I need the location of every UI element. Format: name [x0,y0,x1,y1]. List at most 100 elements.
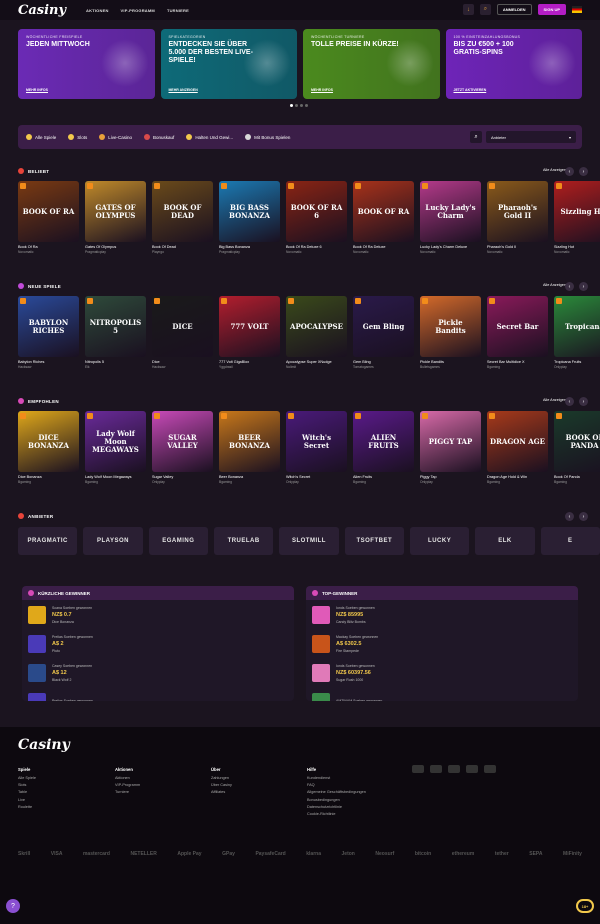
login-button[interactable]: ANMELDEN [496,4,532,15]
filter-item[interactable]: Mit Bonus Spielen [245,134,290,140]
logo[interactable]: Casiny [18,3,66,18]
provider-select[interactable]: Anbieter ▾ [486,131,576,143]
filter-item[interactable]: Halten Und Gewi... [186,134,233,140]
prev-arrow-icon[interactable]: ‹ [565,167,574,176]
prev-arrow-icon[interactable]: ‹ [565,397,574,406]
language-flag-icon[interactable] [572,6,582,13]
show-all-link[interactable]: Alle Anzeigen [543,168,566,172]
banner-link[interactable]: MEHR INFOS [26,88,48,92]
provider-logo[interactable]: TRUELAB [213,527,274,555]
game-thumbnail[interactable]: Lady Wolf Moon MEGAWAYS [85,411,146,472]
game-card[interactable]: Lucky Lady's Charm Lucky Lady's Charm Del… [420,181,481,254]
footer-link[interactable]: Zahlungen [211,776,232,780]
winner-row[interactable]: Ionds Soeben gewonnen NZ$ 85995 Candy Blit… [306,600,578,629]
footer-link[interactable]: FAQ [307,783,366,787]
promo-banner[interactable]: WÖCHENTLICHE FREISPIELE JEDEN MITTWOCH MEH… [18,29,155,99]
prev-arrow-icon[interactable]: ‹ [565,512,574,521]
game-thumbnail[interactable]: GATES OF OLYMPUS [85,181,146,242]
game-card[interactable]: DICE BONANZA Dice Bonanza Bgaming [18,411,79,484]
banner-link[interactable]: MEHR ANZEIGEN [169,88,198,92]
game-thumbnail[interactable]: DICE BONANZA [18,411,79,472]
game-thumbnail[interactable]: BOOK OF RA [353,181,414,242]
filter-item[interactable]: Alle Spiele [26,134,56,140]
footer-logo[interactable]: Casiny [18,737,70,753]
game-card[interactable]: Pickle Bandits Pickle Bandits Bulletsgames [420,296,481,369]
provider-logo[interactable]: PRAGMATIC [18,527,78,555]
game-card[interactable]: ALIEN FRUITS Alien Fruits Bgaming [353,411,414,484]
filter-item[interactable]: Slots [68,134,87,140]
game-thumbnail[interactable]: BOOK OF RA 6 [286,181,347,242]
carousel-dot[interactable] [295,104,298,107]
nav-item-vip[interactable]: VIP-PROGRAMM [121,8,155,13]
chat-icon[interactable]: ? [6,899,20,913]
footer-link[interactable]: Cookie-Richtlinie [307,812,366,816]
promo-banner[interactable]: 100 % EINSTEINZAHLUNGSBONUS BIS ZU €500 +… [445,29,582,99]
game-card[interactable]: Secret Bar Secret Bar Multidice X Bgaming [487,296,548,369]
game-thumbnail[interactable]: BEER BONANZA [219,411,280,472]
provider-logo[interactable]: TSOFTBET [344,527,404,555]
next-arrow-icon[interactable]: › [579,167,588,176]
game-thumbnail[interactable]: Tropicana [554,296,600,357]
game-thumbnail[interactable]: BOOK OF RA [18,181,79,242]
filter-search-icon[interactable]: ⌕ [470,131,482,143]
game-thumbnail[interactable]: 777 VOLT [219,296,280,357]
footer-link[interactable]: Aktionen [115,776,140,780]
game-card[interactable]: BOOK OF RA Book Of Ra Novomatic [18,181,79,254]
nav-item-turniere[interactable]: TURNIERE [167,8,189,13]
provider-logo[interactable]: PLAYSON [83,527,143,555]
signup-button[interactable]: SIGN UP [537,4,566,15]
show-all-link[interactable]: Alle Anzeigen [543,283,566,287]
game-thumbnail[interactable]: PIGGY TAP [420,411,481,472]
promo-banner[interactable]: SPIELKATEGORIEN ENTDECKEN SIE ÜBER 5.000 … [160,29,297,99]
game-thumbnail[interactable]: APOCALYPSE [286,296,347,357]
provider-logo[interactable]: EGAMING [148,527,208,555]
footer-link[interactable]: Slots [18,783,36,787]
winner-row[interactable]: Prelias Soeben gewonnen A$ 2 Pluto [22,629,294,658]
footer-link[interactable]: Datenschutzrichtlinie [307,805,366,809]
game-thumbnail[interactable]: NITROPOLIS 5 [85,296,146,357]
game-thumbnail[interactable]: Secret Bar [487,296,548,357]
game-card[interactable]: BEER BONANZA Beer Bonanza Bgaming [219,411,280,484]
next-arrow-icon[interactable]: › [579,282,588,291]
provider-logo[interactable]: LUCKY [409,527,470,555]
game-card[interactable]: 777 VOLT 777 Volt GigaBlox Yggdrasil [219,296,280,369]
provider-logo[interactable]: SLOTMILL [279,527,339,555]
search-icon[interactable]: ⌕ [479,4,491,15]
game-thumbnail[interactable]: SUGAR VALLEY [152,411,213,472]
prev-arrow-icon[interactable]: ‹ [565,282,574,291]
footer-link[interactable]: Roulette [18,805,36,809]
game-thumbnail[interactable]: BOOK OF DEAD [152,181,213,242]
footer-link[interactable]: Live [18,798,36,802]
game-card[interactable]: BOOK OF RA 6 Book Of Ra Deluxe 6 Novomatic [286,181,347,254]
footer-link[interactable]: Über Casiny [211,783,232,787]
game-card[interactable]: Tropicana Tropicana FruitsOnlyplay [554,296,600,369]
nav-item-aktionen[interactable]: AKTIONEN [86,8,109,13]
footer-link[interactable]: Affiliates [211,790,232,794]
carousel-dot[interactable] [305,104,308,107]
game-card[interactable]: BIG BASS BONANZA Big Bass Bonanza Pragmati… [219,181,280,254]
game-card[interactable]: BOOK OF DEAD Book Of Dead Playngo [152,181,213,254]
game-thumbnail[interactable]: Pickle Bandits [420,296,481,357]
filter-item[interactable]: Live-Casino [99,134,132,140]
game-thumbnail[interactable]: DRAGON AGE [487,411,548,472]
game-card[interactable]: GATES OF OLYMPUS Gates Of Olympus Pragmati… [85,181,146,254]
game-card[interactable]: NITROPOLIS 5 Nitropolis 5 Elk [85,296,146,369]
game-card[interactable]: Gem Bling Gem Bling Tomatogames [353,296,414,369]
game-thumbnail[interactable]: Lucky Lady's Charm [420,181,481,242]
footer-link[interactable]: Bonusbedingungen [307,798,366,802]
winner-row[interactable]: AMTINAM Soeben gewonnen [306,687,578,701]
game-card[interactable]: SUGAR VALLEY Sugar Valley Onlyplay [152,411,213,484]
promo-banner[interactable]: WÖCHENTLICHE TURNIERE TOLLE PREISE IN KÜR… [303,29,440,99]
winner-row[interactable]: Scana Soeben gewonnen NZ$ 0.7 Dice Bonanza [22,600,294,629]
footer-link[interactable]: Table [18,790,36,794]
game-card[interactable]: PIGGY TAP Piggy Tap Onlyplay [420,411,481,484]
game-card[interactable]: APOCALYPSE Apocalypse Super XNudge Nolimit [286,296,347,369]
winner-row[interactable]: Mackay Soeben gewonnen A$ 6302.5 Fire Stam… [306,629,578,658]
winner-row[interactable]: Prelias Soeben gewonnen [22,687,294,701]
winner-row[interactable]: Ionds Soeben gewonnen NZ$ 60397.56 Sugar R… [306,658,578,687]
winner-row[interactable]: Casey Soeben gewonnen A$ 12 Black Wolf 2 [22,658,294,687]
game-thumbnail[interactable]: BOOK OF PANDA [554,411,600,472]
footer-link[interactable]: Alle Spiele [18,776,36,780]
banner-link[interactable]: MEHR INFOS [311,88,333,92]
game-thumbnail[interactable]: ALIEN FRUITS [353,411,414,472]
